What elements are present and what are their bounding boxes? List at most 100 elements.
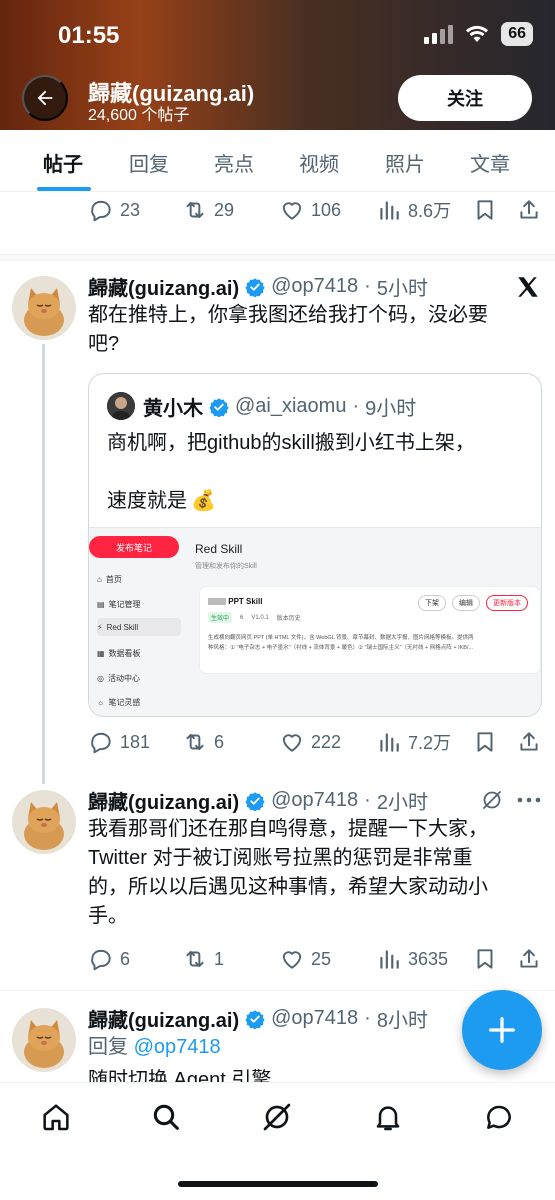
tab-posts[interactable]: 帖子: [43, 148, 83, 177]
views-chart-icon: [380, 201, 399, 220]
tab-highlights[interactable]: 亮点: [214, 148, 254, 177]
grok-icon[interactable]: [480, 788, 504, 812]
sidebar-label: Red Skill: [106, 622, 139, 632]
publish-label: 发布笔记: [115, 542, 152, 553]
author-handle[interactable]: @op7418: [271, 789, 358, 812]
author-name[interactable]: 歸藏(guizang.ai): [88, 786, 239, 815]
home-icon: ⌂: [97, 575, 102, 584]
bookmark-icon: [477, 200, 493, 220]
like-button[interactable]: 25: [279, 943, 331, 975]
arrow-left-icon: [37, 90, 53, 106]
post-time[interactable]: 5小时: [377, 272, 428, 301]
cat-avatar-icon: [12, 276, 76, 340]
bookmark-button[interactable]: [472, 726, 498, 758]
sidebar-item-red-skill: ⚡ Red Skill: [97, 618, 181, 636]
tab-replies[interactable]: 回复: [129, 148, 169, 177]
skill-version: V1.0.1: [251, 614, 269, 621]
verified-badge-icon: [209, 397, 229, 417]
post-header: 歸藏(guizang.ai) @op7418 · 2小时: [88, 786, 428, 815]
blurred-mark: [208, 598, 226, 606]
share-button[interactable]: [516, 194, 542, 226]
heart-icon: [282, 734, 302, 752]
quote-card[interactable]: 黄小木 @ai_xiaomu · 9小时 商机啊，把github的skill搬到…: [88, 373, 542, 717]
like-count: 106: [311, 199, 342, 220]
reply-button[interactable]: 23: [88, 194, 140, 226]
reply-to-handle[interactable]: @op7418: [134, 1036, 221, 1058]
reply-icon: [91, 949, 111, 971]
post-header: 歸藏(guizang.ai) @op7418 · 5小时: [88, 272, 428, 301]
time-separator: ·: [364, 789, 371, 811]
author-handle[interactable]: @op7418: [271, 275, 358, 298]
post-time[interactable]: 2小时: [377, 786, 428, 815]
divider: [0, 990, 555, 991]
quote-text: 商机啊，把github的skill搬到小红书上架，: [107, 432, 475, 454]
time-separator: ·: [352, 395, 360, 417]
publish-note-button: 发布笔记: [89, 536, 179, 558]
bell-icon: [376, 1106, 400, 1131]
heart-icon: [282, 202, 302, 220]
share-icon: [520, 949, 538, 968]
repost-count: 6: [214, 731, 225, 752]
heart-icon: [282, 951, 302, 969]
post-time[interactable]: 8小时: [377, 1004, 428, 1033]
avatar[interactable]: [12, 1008, 76, 1072]
quote-author-name: 黄小木: [143, 398, 203, 420]
signal-icon: [424, 24, 454, 44]
repost-button[interactable]: 6: [182, 726, 224, 758]
reply-button[interactable]: 181: [88, 726, 150, 758]
views-chart-icon: [380, 950, 399, 969]
skill-downloads: 6: [240, 614, 244, 621]
tab-videos[interactable]: 视频: [299, 148, 339, 177]
post-text-line: Twitter 对于被订阅账号拉黑的惩罚是非常重: [88, 847, 473, 869]
quote-text: 速度就是 💰: [107, 487, 216, 516]
avatar[interactable]: [12, 276, 76, 340]
author-handle[interactable]: @op7418: [271, 1007, 358, 1030]
activity-icon: ◎: [97, 674, 104, 683]
quote-image[interactable]: 发布笔记 ⌂ 首页 ▤ 笔记管理 ⚡ Red Skill ▦ 数据看板 ◎ 活动中心 ☼ 笔…: [89, 527, 541, 716]
like-count: 25: [311, 948, 332, 969]
reply-button[interactable]: 6: [88, 943, 130, 975]
nav-grok[interactable]: [259, 1099, 295, 1135]
sidebar-label: 笔记管理: [108, 600, 141, 609]
time-separator: ·: [364, 275, 371, 297]
repost-button[interactable]: 1: [182, 943, 224, 975]
quote-text-line: 速度就是: [107, 490, 187, 512]
follow-button[interactable]: 关注: [398, 75, 532, 121]
like-button[interactable]: 222: [279, 726, 341, 758]
bookmark-icon: [477, 949, 493, 969]
avatar[interactable]: [12, 790, 76, 854]
nav-search[interactable]: [148, 1099, 184, 1135]
repost-icon: [186, 201, 204, 219]
share-button[interactable]: [516, 726, 542, 758]
tab-articles[interactable]: 文章: [470, 148, 510, 177]
nav-messages[interactable]: [481, 1099, 517, 1135]
repost-button[interactable]: 29: [182, 194, 234, 226]
bookmark-button[interactable]: [472, 194, 498, 226]
status-time: 01:55: [58, 22, 120, 49]
grok-icon: [263, 1103, 291, 1131]
like-button[interactable]: 106: [279, 194, 341, 226]
post-count: 24,600 个帖子: [88, 107, 190, 124]
sidebar-item-home: ⌂ 首页: [97, 574, 122, 585]
skill-title: PPT Skill: [208, 597, 262, 606]
views-button[interactable]: 3635: [376, 943, 448, 975]
sidebar-label: 笔记灵感: [108, 698, 141, 707]
more-options-icon[interactable]: [516, 796, 542, 804]
sidebar-label: 首页: [105, 575, 122, 584]
share-button[interactable]: [516, 943, 542, 975]
back-button[interactable]: [22, 75, 68, 121]
bookmark-button[interactable]: [472, 943, 498, 975]
skill-desc-line: 生成横向翻页网页 PPT (单 HTML 文件)，含 WebGL 背景、章节幕封…: [208, 635, 474, 641]
views-button[interactable]: 7.2万: [376, 726, 451, 758]
tab-photos[interactable]: 照片: [385, 148, 425, 177]
nav-home[interactable]: [38, 1099, 74, 1135]
compose-button[interactable]: [462, 990, 542, 1070]
sidebar-label: 活动中心: [107, 674, 140, 683]
views-button[interactable]: 8.6万: [376, 194, 451, 226]
author-name[interactable]: 歸藏(guizang.ai): [88, 1004, 239, 1033]
profile-header: 01:55 66 歸藏(guizang.ai) 24,600 个帖子 关注: [0, 0, 555, 130]
author-name[interactable]: 歸藏(guizang.ai): [88, 272, 239, 301]
nav-notifications[interactable]: [370, 1099, 406, 1135]
post-text: 我看那哥们还在那自鸣得意，提醒一下大家， Twitter 对于被订阅账号拉黑的惩…: [88, 815, 488, 931]
plus-icon: [489, 1017, 515, 1043]
